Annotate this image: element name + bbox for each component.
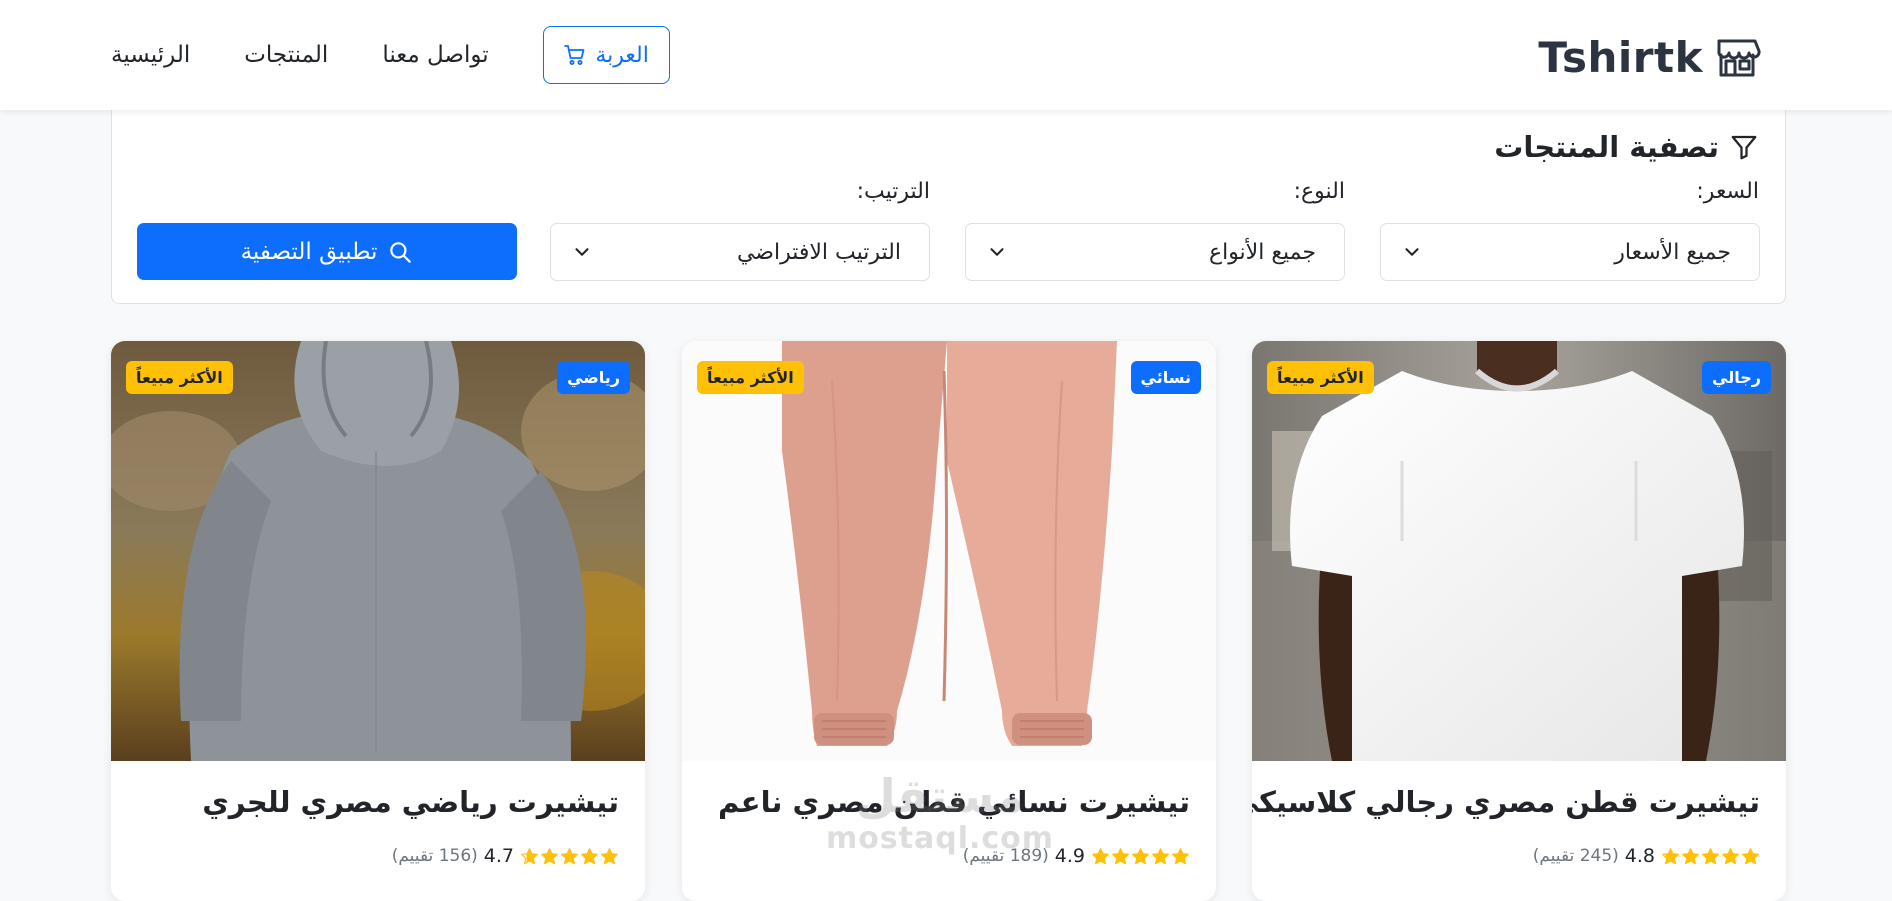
sort-select-value: الترتيب الافتراضي xyxy=(736,239,901,265)
review-count: (189 تقييم) xyxy=(962,846,1049,866)
product-card[interactable]: نسائي الأكثر مبيعاً تيشيرت نسائي قطن مصر… xyxy=(682,341,1216,901)
navbar: Tshirtk العربة تواصل معنا المنتجات الرئي… xyxy=(0,0,1892,110)
review-count: (245 تقييم) xyxy=(1532,846,1619,866)
category-badge: رجالي xyxy=(1702,361,1771,394)
type-select[interactable]: جميع الأنواع xyxy=(965,223,1345,281)
product-image[interactable]: رياضي الأكثر مبيعاً xyxy=(111,341,645,761)
product-card[interactable]: رجالي الأكثر مبيعاً تيشيرت قطن مصري رجال… xyxy=(1252,341,1786,901)
pink-pants-photo xyxy=(682,341,1216,761)
white-tshirt-photo xyxy=(1252,341,1786,761)
product-image[interactable]: نسائي الأكثر مبيعاً xyxy=(682,341,1216,761)
search-icon xyxy=(390,241,412,263)
price-label: السعر: xyxy=(1696,179,1759,204)
star-half-icon xyxy=(521,847,538,864)
product-image[interactable]: رجالي الأكثر مبيعاً xyxy=(1252,341,1786,761)
star-half-icon xyxy=(1092,847,1109,864)
nav-link-home[interactable]: الرئيسية xyxy=(111,42,190,68)
star-filled-icon xyxy=(601,847,618,864)
cart-icon xyxy=(564,45,585,65)
rating-value: 4.8 xyxy=(1624,845,1655,867)
star-filled-icon xyxy=(1682,847,1699,864)
star-filled-icon xyxy=(541,847,558,864)
product-name[interactable]: تيشيرت نسائي قطن مصري ناعم xyxy=(718,785,1190,819)
star-half-icon xyxy=(1662,847,1679,864)
brand-name: Tshirtk xyxy=(1538,32,1703,82)
brand-logo[interactable]: Tshirtk xyxy=(1538,30,1761,84)
star-filled-icon xyxy=(1742,847,1759,864)
star-filled-icon xyxy=(561,847,578,864)
product-rating: 4.7 (156 تقييم) xyxy=(392,845,619,867)
product-rating: 4.8 (245 تقييم) xyxy=(1533,845,1760,867)
product-name[interactable]: تيشيرت رياضي مصري للجري xyxy=(202,785,619,819)
review-count: (156 تقييم) xyxy=(391,846,478,866)
sort-label: الترتيب: xyxy=(856,179,930,204)
bestseller-badge: الأكثر مبيعاً xyxy=(1267,361,1374,394)
price-select-value: جميع الأسعار xyxy=(1614,239,1731,265)
rating-stars xyxy=(1091,847,1190,866)
sort-select[interactable]: الترتيب الافتراضي xyxy=(550,223,930,281)
star-filled-icon xyxy=(1132,847,1149,864)
nav-link-products[interactable]: المنتجات xyxy=(244,42,328,68)
star-filled-icon xyxy=(1112,847,1129,864)
rating-stars xyxy=(1661,847,1760,866)
rating-value: 4.9 xyxy=(1054,845,1085,867)
star-filled-icon xyxy=(581,847,598,864)
product-card[interactable]: رياضي الأكثر مبيعاً تيشيرت رياضي مصري لل… xyxy=(111,341,645,901)
chevron-down-icon xyxy=(575,248,589,256)
chevron-down-icon xyxy=(1405,248,1419,256)
star-filled-icon xyxy=(1152,847,1169,864)
nav-link-contact[interactable]: تواصل معنا xyxy=(382,42,488,68)
category-badge: نسائي xyxy=(1130,361,1201,394)
category-badge: رياضي xyxy=(557,361,630,394)
bestseller-badge: الأكثر مبيعاً xyxy=(126,361,233,394)
product-card-body: تيشيرت نسائي قطن مصري ناعم 4.9 (189 تقيي… xyxy=(682,761,1216,901)
product-rating: 4.9 (189 تقييم) xyxy=(963,845,1190,867)
bestseller-badge: الأكثر مبيعاً xyxy=(697,361,804,394)
filter-title-text: تصفية المنتجات xyxy=(1494,130,1719,164)
apply-filter-button[interactable]: تطبيق التصفية xyxy=(137,223,517,280)
star-filled-icon xyxy=(1172,847,1189,864)
shop-icon xyxy=(1713,33,1761,81)
cart-label: العربة xyxy=(595,42,649,68)
apply-filter-label: تطبيق التصفية xyxy=(240,238,378,265)
rating-value: 4.7 xyxy=(483,845,514,867)
product-name[interactable]: تيشيرت قطن مصري رجالي كلاسيكي xyxy=(1252,785,1760,819)
price-select[interactable]: جميع الأسعار xyxy=(1380,223,1760,281)
product-card-body: تيشيرت قطن مصري رجالي كلاسيكي 4.8 (245 ت… xyxy=(1252,761,1786,901)
cart-button[interactable]: العربة xyxy=(542,26,670,84)
rating-stars xyxy=(520,847,619,866)
star-filled-icon xyxy=(1702,847,1719,864)
funnel-icon xyxy=(1731,135,1757,160)
product-card-body: تيشيرت رياضي مصري للجري 4.7 (156 تقييم) xyxy=(111,761,645,901)
type-label: النوع: xyxy=(1293,179,1345,204)
type-select-value: جميع الأنواع xyxy=(1208,239,1316,265)
star-filled-icon xyxy=(1722,847,1739,864)
filter-title: تصفية المنتجات xyxy=(1494,127,1759,167)
product-grid: رجالي الأكثر مبيعاً تيشيرت قطن مصري رجال… xyxy=(111,341,1786,901)
chevron-down-icon xyxy=(990,248,1004,256)
nav-links: العربة تواصل معنا المنتجات الرئيسية xyxy=(111,26,670,84)
filter-panel: تصفية المنتجات السعر: جميع الأسعار النوع… xyxy=(111,103,1786,304)
grey-hoodie-photo xyxy=(111,341,645,761)
